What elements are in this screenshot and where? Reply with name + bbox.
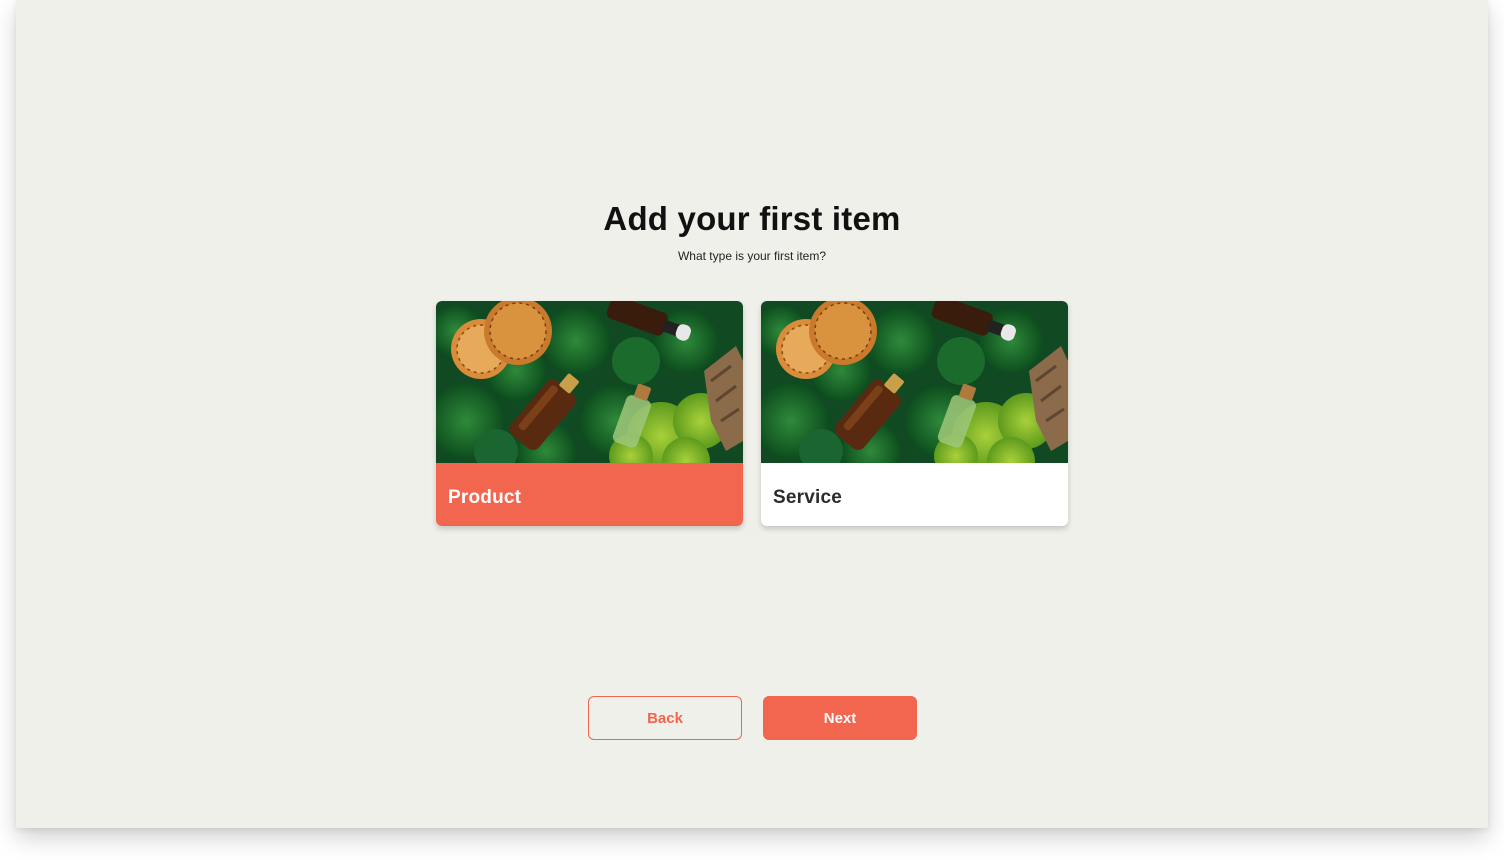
next-button[interactable]: Next xyxy=(763,696,917,740)
option-photo-service xyxy=(761,301,1068,463)
page-subtitle: What type is your first item? xyxy=(677,249,827,263)
option-label-area-service: Service xyxy=(761,463,1068,526)
option-photo-product xyxy=(436,301,743,463)
option-label-area-product: Product xyxy=(436,463,743,526)
option-card-service[interactable]: Service xyxy=(761,301,1068,526)
onboarding-panel: Add your first item What type is your fi… xyxy=(16,0,1488,828)
option-card-product[interactable]: Product xyxy=(436,301,743,526)
back-button[interactable]: Back xyxy=(588,696,742,740)
option-label-service: Service xyxy=(773,487,843,508)
option-label-product: Product xyxy=(448,487,522,508)
page-title: Add your first item xyxy=(603,200,901,237)
